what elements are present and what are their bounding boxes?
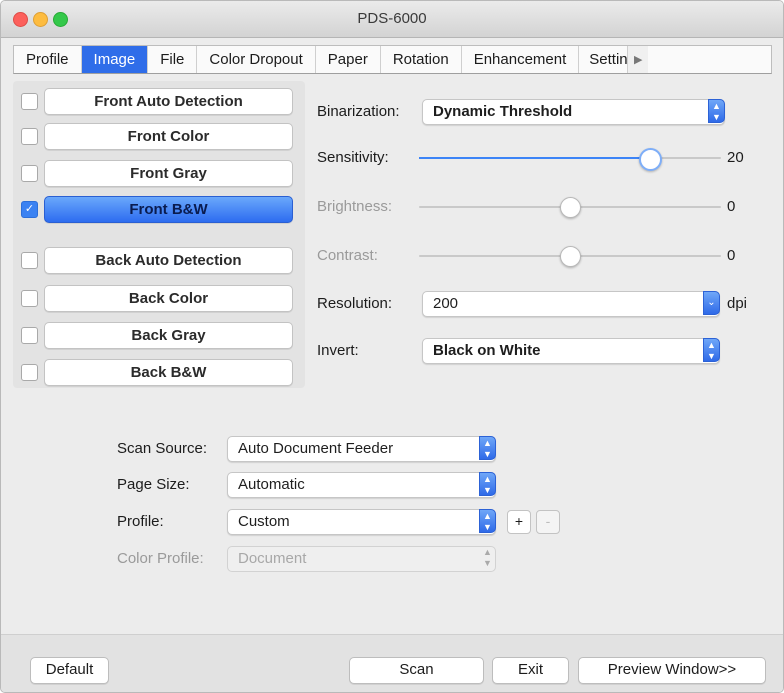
remove-profile-button[interactable]: - (536, 510, 560, 534)
front-auto-detection-button[interactable]: Front Auto Detection (44, 88, 293, 115)
scan-source-select[interactable]: Auto Document Feeder ▲ ▼ (227, 436, 496, 462)
color-profile-label: Color Profile: (117, 550, 204, 567)
binarization-label: Binarization: (317, 103, 400, 120)
back-color-button[interactable]: Back Color (44, 285, 293, 312)
color-profile-value: Document (238, 550, 307, 567)
page-size-value: Automatic (238, 476, 305, 493)
tab-image[interactable]: Image (81, 46, 149, 73)
brightness-value: 0 (727, 198, 736, 215)
brightness-label: Brightness: (317, 198, 393, 215)
tab-bar: Profile Image File Color Dropout Paper R… (13, 45, 772, 74)
resolution-combobox[interactable]: 200 ⌄ (422, 291, 720, 317)
tab-setting[interactable]: Setting (579, 46, 627, 73)
front-auto-detection-checkbox[interactable] (21, 93, 38, 110)
front-gray-checkbox[interactable] (21, 165, 38, 182)
front-color-checkbox[interactable] (21, 128, 38, 145)
page-size-label: Page Size: (117, 476, 190, 493)
invert-value: Black on White (433, 342, 541, 359)
resolution-unit: dpi (727, 295, 748, 312)
image-type-row: Back Auto Detection (21, 247, 297, 274)
image-type-row: Front Auto Detection (21, 88, 297, 115)
image-type-row: Front Color (21, 123, 297, 150)
contrast-value: 0 (727, 247, 736, 264)
binarization-value: Dynamic Threshold (433, 103, 573, 120)
scanner-window: PDS-6000 Profile Image File Color Dropou… (0, 0, 784, 693)
image-type-row: Back Gray (21, 322, 297, 349)
image-type-row: Back B&W (21, 359, 297, 386)
binarization-select[interactable]: Dynamic Threshold ▲ ▼ (422, 99, 725, 125)
updown-chevron-icon: ▲ ▼ (708, 99, 725, 123)
add-profile-button[interactable]: + (507, 510, 531, 534)
tab-color-dropout[interactable]: Color Dropout (197, 46, 316, 73)
tab-paper[interactable]: Paper (316, 46, 381, 73)
sensitivity-slider[interactable] (419, 148, 721, 171)
sensitivity-slider-knob[interactable] (638, 148, 662, 171)
resolution-label: Resolution: (317, 295, 393, 312)
image-type-row: Back Color (21, 285, 297, 312)
back-gray-button[interactable]: Back Gray (44, 322, 293, 349)
updown-chevron-icon: ▲ ▼ (703, 338, 720, 362)
front-bw-button[interactable]: Front B&W (44, 196, 293, 223)
image-type-row: Front Gray (21, 160, 297, 187)
title-bar: PDS-6000 (1, 1, 783, 38)
invert-select[interactable]: Black on White ▲ ▼ (422, 338, 720, 364)
color-profile-select[interactable]: Document ▲ ▼ (227, 546, 496, 572)
scan-button[interactable]: Scan (349, 657, 484, 684)
slider-fill (419, 157, 649, 159)
exit-button[interactable]: Exit (492, 657, 569, 684)
resolution-value: 200 (433, 295, 459, 312)
updown-chevron-icon: ▲ ▼ (479, 472, 496, 496)
image-type-panel: Front Auto Detection Front Color Front G… (13, 81, 305, 388)
contrast-label: Contrast: (317, 247, 378, 264)
preview-window-button[interactable]: Preview Window>> (578, 657, 766, 684)
updown-chevron-icon: ▲ ▼ (479, 509, 496, 533)
sensitivity-label: Sensitivity: (317, 149, 389, 166)
back-color-checkbox[interactable] (21, 290, 38, 307)
scan-source-label: Scan Source: (117, 440, 208, 457)
back-gray-checkbox[interactable] (21, 327, 38, 344)
brightness-slider-knob[interactable] (560, 197, 581, 218)
profile-label: Profile: (117, 513, 164, 530)
window-title: PDS-6000 (357, 10, 427, 27)
profile-select[interactable]: Custom ▲ ▼ (227, 509, 496, 535)
back-bw-button[interactable]: Back B&W (44, 359, 293, 386)
back-bw-checkbox[interactable] (21, 364, 38, 381)
profile-value: Custom (238, 513, 290, 530)
brightness-slider[interactable] (419, 197, 721, 218)
tab-rotation[interactable]: Rotation (381, 46, 462, 73)
updown-chevron-icon: ▲ ▼ (479, 436, 496, 460)
sensitivity-value: 20 (727, 149, 744, 166)
invert-label: Invert: (317, 342, 359, 359)
tab-enhancement[interactable]: Enhancement (462, 46, 580, 73)
front-gray-button[interactable]: Front Gray (44, 160, 293, 187)
tab-profile[interactable]: Profile (14, 46, 82, 73)
back-auto-detection-button[interactable]: Back Auto Detection (44, 247, 293, 274)
page-size-select[interactable]: Automatic ▲ ▼ (227, 472, 496, 498)
updown-chevron-icon: ▲ ▼ (483, 547, 492, 568)
default-button[interactable]: Default (30, 657, 109, 684)
image-type-row: ✓ Front B&W (21, 196, 297, 223)
tab-scroll-right-icon[interactable]: ▶ (627, 46, 649, 73)
front-bw-checkbox[interactable]: ✓ (21, 201, 38, 218)
contrast-slider-knob[interactable] (560, 246, 581, 267)
chevron-down-icon[interactable]: ⌄ (703, 291, 720, 315)
tab-file[interactable]: File (148, 46, 198, 73)
scan-source-value: Auto Document Feeder (238, 440, 394, 457)
contrast-slider[interactable] (419, 246, 721, 267)
front-color-button[interactable]: Front Color (44, 123, 293, 150)
back-auto-detection-checkbox[interactable] (21, 252, 38, 269)
